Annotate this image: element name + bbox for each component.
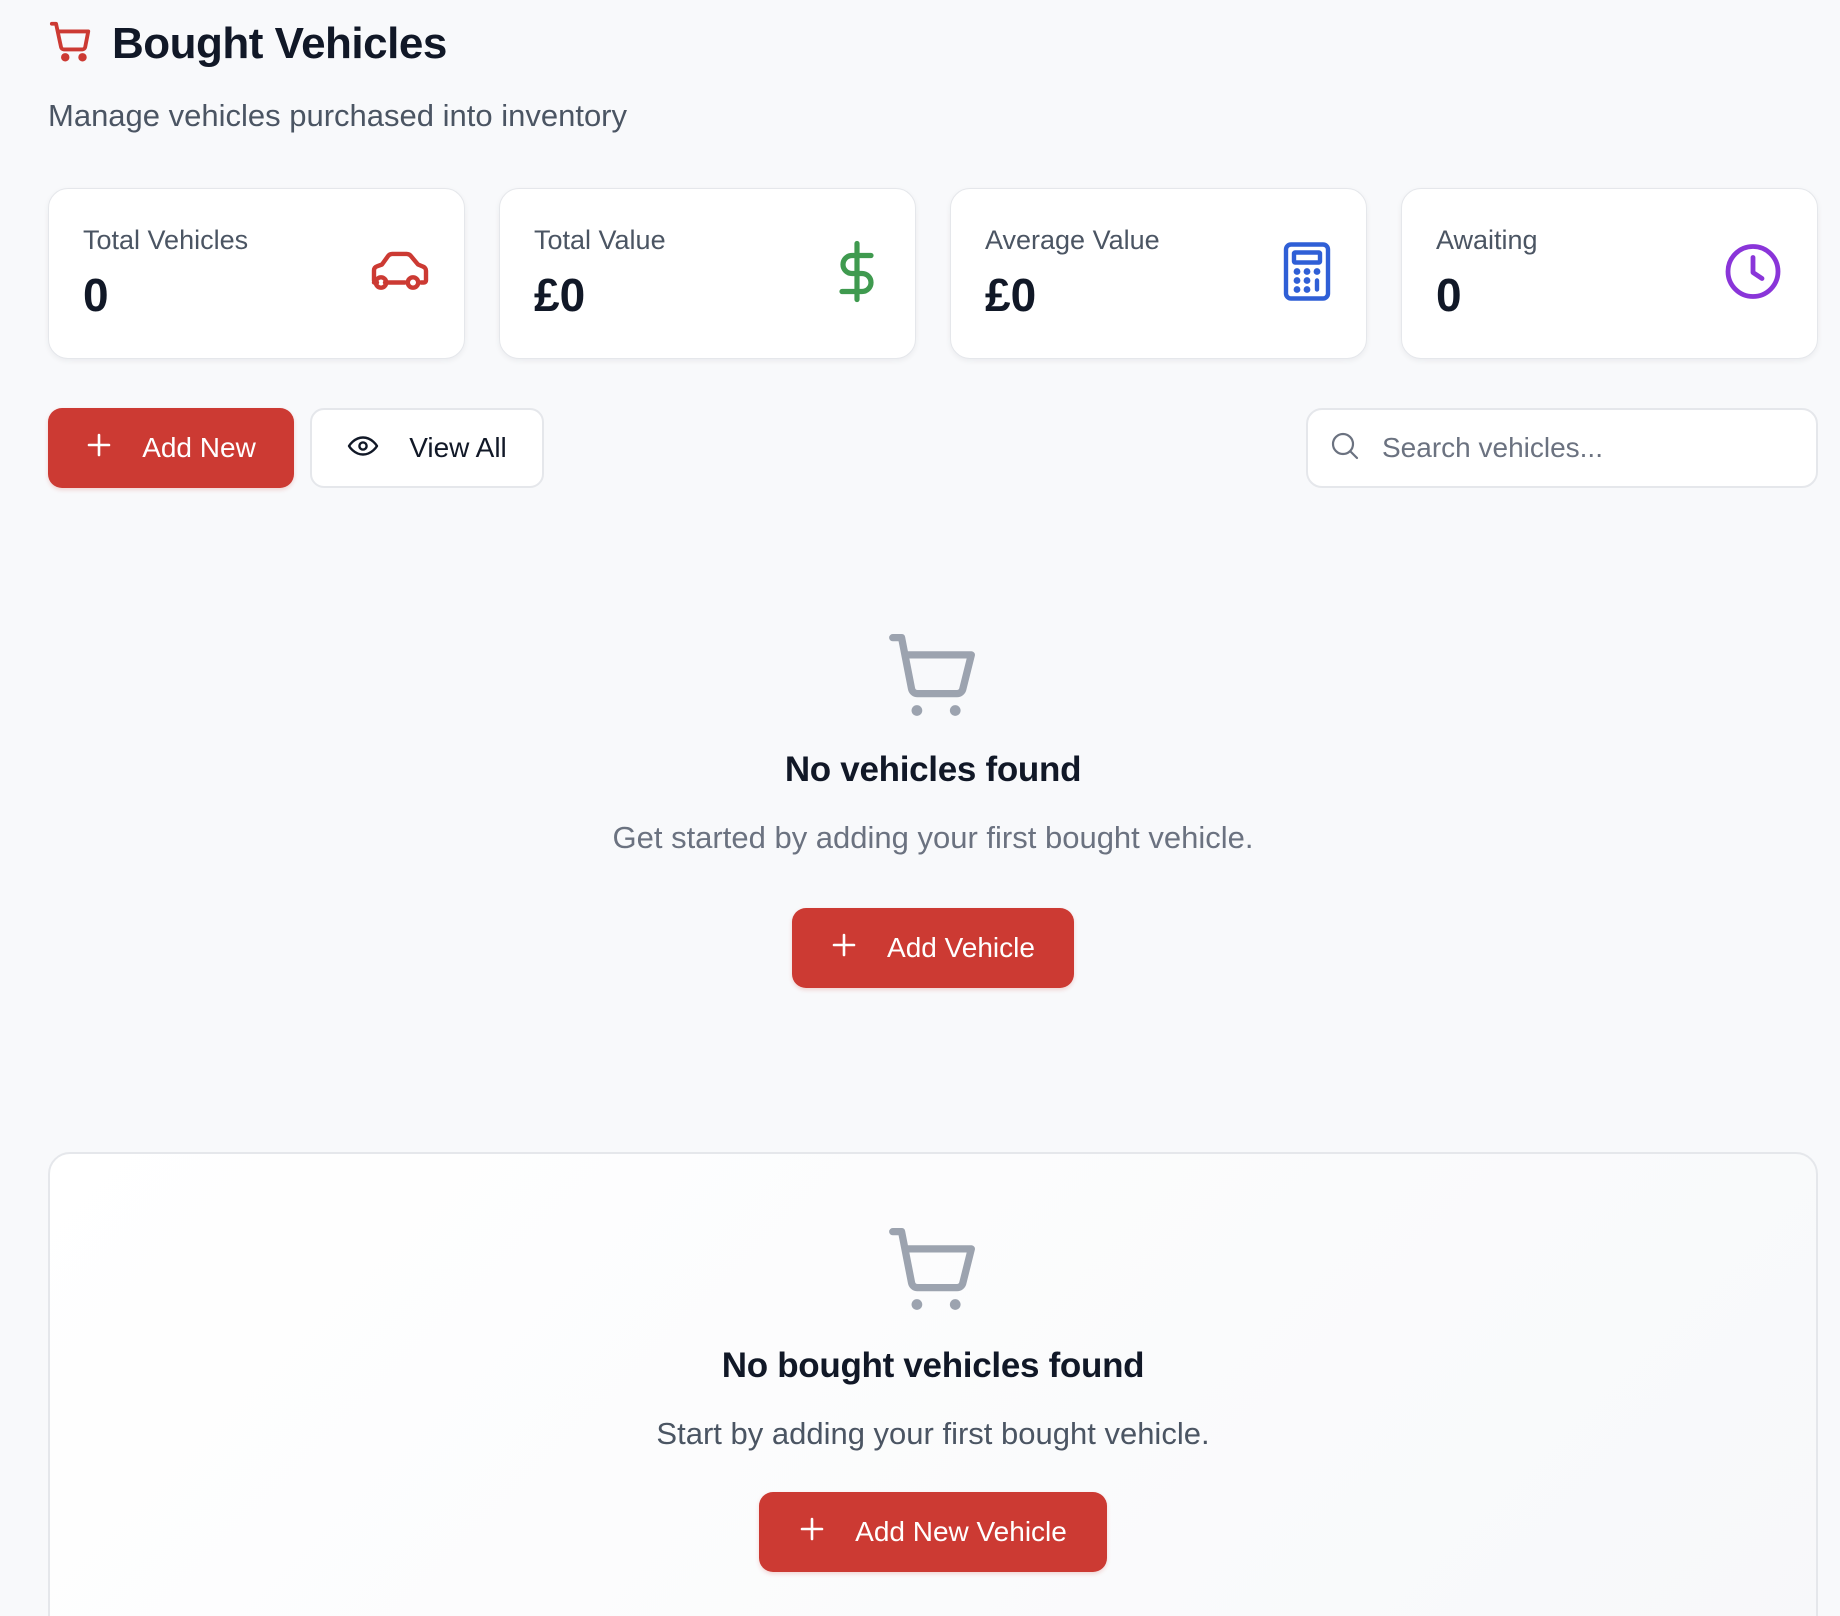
add-new-vehicle-label: Add New Vehicle xyxy=(855,1516,1067,1547)
empty-state-title: No vehicles found xyxy=(784,750,1082,789)
shopping-cart-icon xyxy=(889,1228,975,1310)
search-box[interactable] xyxy=(1306,408,1818,488)
search-icon xyxy=(1330,431,1360,466)
add-new-vehicle-button[interactable]: Add New Vehicle xyxy=(759,1492,1107,1572)
page-header: Bought Vehicles xyxy=(48,18,447,69)
add-vehicle-button[interactable]: Add Vehicle xyxy=(792,908,1074,988)
empty-state-description: Get started by adding your first bought … xyxy=(612,820,1254,855)
stats-row: Total Vehicles 0 Total Value £0 Average … xyxy=(48,188,1818,359)
stat-card-total-vehicles: Total Vehicles 0 xyxy=(48,188,465,359)
stat-label: Average Value xyxy=(985,225,1160,255)
shopping-cart-icon xyxy=(48,18,94,69)
plus-icon xyxy=(799,1516,825,1549)
stat-label: Total Value xyxy=(534,225,666,255)
clock-icon xyxy=(1723,241,1783,306)
view-all-button[interactable]: View All xyxy=(310,408,544,488)
stat-card-total-value: Total Value £0 xyxy=(499,188,916,359)
toolbar: Add New View All xyxy=(48,408,1818,488)
stat-card-awaiting: Awaiting 0 xyxy=(1401,188,1818,359)
add-new-button[interactable]: Add New xyxy=(48,408,294,488)
search-input[interactable] xyxy=(1382,432,1762,464)
add-new-label: Add New xyxy=(142,432,256,463)
plus-icon xyxy=(831,932,857,965)
plus-icon xyxy=(86,432,112,465)
empty-card-description: Start by adding your first bought vehicl… xyxy=(656,1416,1210,1451)
shopping-cart-icon xyxy=(889,634,975,716)
dollar-icon xyxy=(833,240,881,307)
empty-state-card: No bought vehicles found Start by adding… xyxy=(48,1152,1818,1616)
stat-card-average-value: Average Value £0 xyxy=(950,188,1367,359)
eye-icon xyxy=(347,432,379,464)
empty-card-title: No bought vehicles found xyxy=(721,1346,1145,1385)
car-icon xyxy=(368,248,430,299)
page-subtitle: Manage vehicles purchased into inventory xyxy=(48,98,628,133)
view-all-label: View All xyxy=(409,432,507,463)
empty-state: No vehicles found Get started by adding … xyxy=(48,630,1818,988)
stat-value: £0 xyxy=(534,269,586,321)
bought-vehicles-page: Bought Vehicles Manage vehicles purchase… xyxy=(0,0,1840,1616)
stat-value: £0 xyxy=(985,269,1037,321)
calculator-icon xyxy=(1282,241,1332,306)
add-vehicle-label: Add Vehicle xyxy=(887,932,1035,963)
page-title: Bought Vehicles xyxy=(112,18,447,68)
